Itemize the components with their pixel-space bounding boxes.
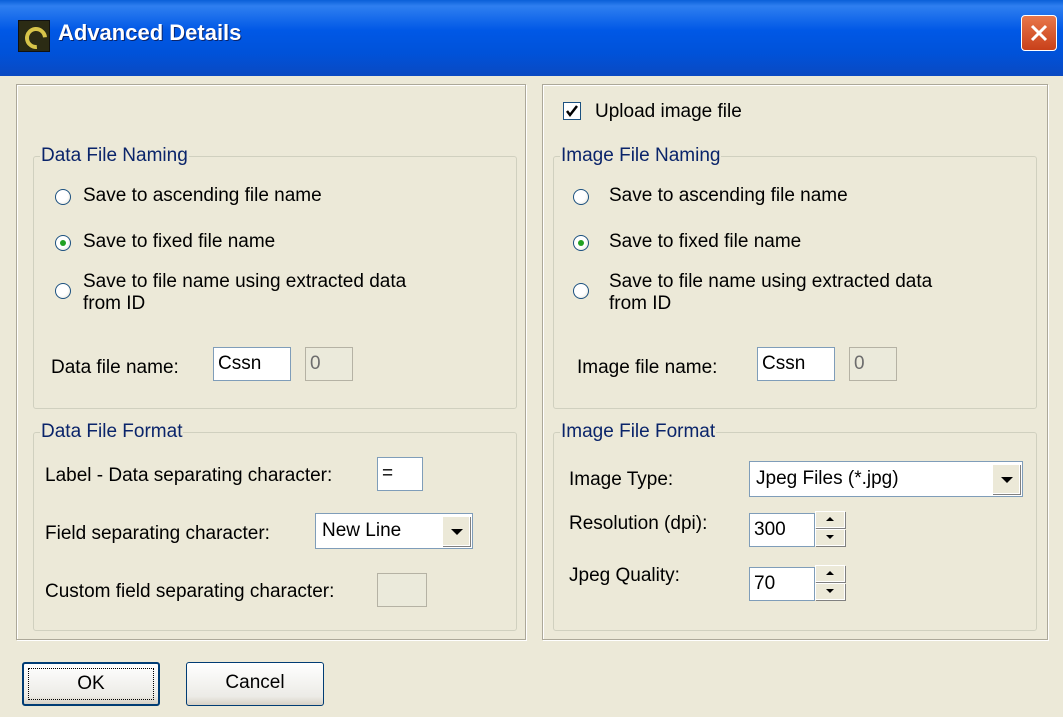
- chevron-down-icon[interactable]: [442, 516, 470, 546]
- custom-sep-label: Custom field separating character:: [45, 581, 335, 602]
- data-file-name-input[interactable]: Cssn: [213, 347, 291, 381]
- radio-data-fixed[interactable]: [55, 235, 71, 251]
- right-panel: Upload image file Image File Naming Save…: [542, 84, 1048, 640]
- data-file-name-label: Data file name:: [51, 357, 179, 378]
- cancel-button[interactable]: Cancel: [186, 662, 324, 706]
- custom-sep-input: [377, 573, 427, 607]
- radio-data-fixed-label: Save to fixed file name: [83, 231, 276, 252]
- spin-down-icon[interactable]: [815, 583, 845, 600]
- close-button[interactable]: [1021, 15, 1057, 51]
- data-file-counter: 0: [305, 347, 353, 381]
- spin-down-icon[interactable]: [815, 529, 845, 546]
- close-icon: [1030, 24, 1048, 42]
- left-panel: Data File Naming Save to ascending file …: [16, 84, 526, 640]
- label-sep-input[interactable]: =: [377, 457, 423, 491]
- radio-image-ascending[interactable]: [573, 189, 589, 205]
- cancel-button-label: Cancel: [225, 672, 285, 693]
- title-bar[interactable]: Advanced Details: [0, 0, 1063, 76]
- radio-image-extracted[interactable]: [573, 283, 589, 299]
- window-title: Advanced Details: [58, 20, 242, 45]
- image-file-naming-legend: Image File Naming: [561, 145, 721, 166]
- quality-label: Jpeg Quality:: [569, 565, 680, 586]
- ok-button-label: OK: [77, 673, 105, 694]
- ok-button[interactable]: OK: [22, 662, 160, 706]
- radio-data-ascending[interactable]: [55, 189, 71, 205]
- data-file-naming-legend: Data File Naming: [41, 145, 188, 166]
- image-file-format-legend: Image File Format: [561, 421, 716, 442]
- radio-data-extracted-label: Save to file name using extracted data: [83, 271, 407, 292]
- spin-up-icon[interactable]: [815, 565, 845, 582]
- data-file-format-legend: Data File Format: [41, 421, 183, 442]
- resolution-spinner[interactable]: [815, 511, 845, 547]
- radio-image-fixed[interactable]: [573, 235, 589, 251]
- spin-up-icon[interactable]: [815, 511, 845, 528]
- label-sep-label: Label - Data separating character:: [45, 465, 333, 486]
- quality-input[interactable]: 70: [749, 567, 815, 601]
- image-file-name-input[interactable]: Cssn: [757, 347, 835, 381]
- upload-image-label: Upload image file: [595, 101, 742, 122]
- radio-data-extracted-label-2: from ID: [83, 293, 146, 314]
- radio-image-fixed-label: Save to fixed file name: [609, 231, 802, 252]
- chevron-down-icon[interactable]: [992, 464, 1020, 494]
- image-file-name-label: Image file name:: [577, 357, 718, 378]
- image-type-value: Jpeg Files (*.jpg): [756, 468, 899, 489]
- resolution-input[interactable]: 300: [749, 513, 815, 547]
- resolution-label: Resolution (dpi):: [569, 513, 708, 534]
- image-type-label: Image Type:: [569, 469, 674, 490]
- radio-image-extracted-label: Save to file name using extracted data: [609, 271, 933, 292]
- checkmark-icon: [566, 105, 578, 118]
- radio-image-ascending-label: Save to ascending file name: [609, 185, 848, 206]
- field-sep-select[interactable]: New Line: [315, 513, 473, 549]
- radio-image-extracted-label-2: from ID: [609, 293, 672, 314]
- quality-spinner[interactable]: [815, 565, 845, 601]
- image-type-select[interactable]: Jpeg Files (*.jpg): [749, 461, 1023, 497]
- app-icon: [18, 20, 50, 52]
- upload-image-checkbox[interactable]: [563, 102, 581, 120]
- field-sep-value: New Line: [322, 520, 402, 541]
- radio-data-extracted[interactable]: [55, 283, 71, 299]
- radio-data-ascending-label: Save to ascending file name: [83, 185, 322, 206]
- field-sep-label: Field separating character:: [45, 523, 270, 544]
- image-file-counter: 0: [849, 347, 897, 381]
